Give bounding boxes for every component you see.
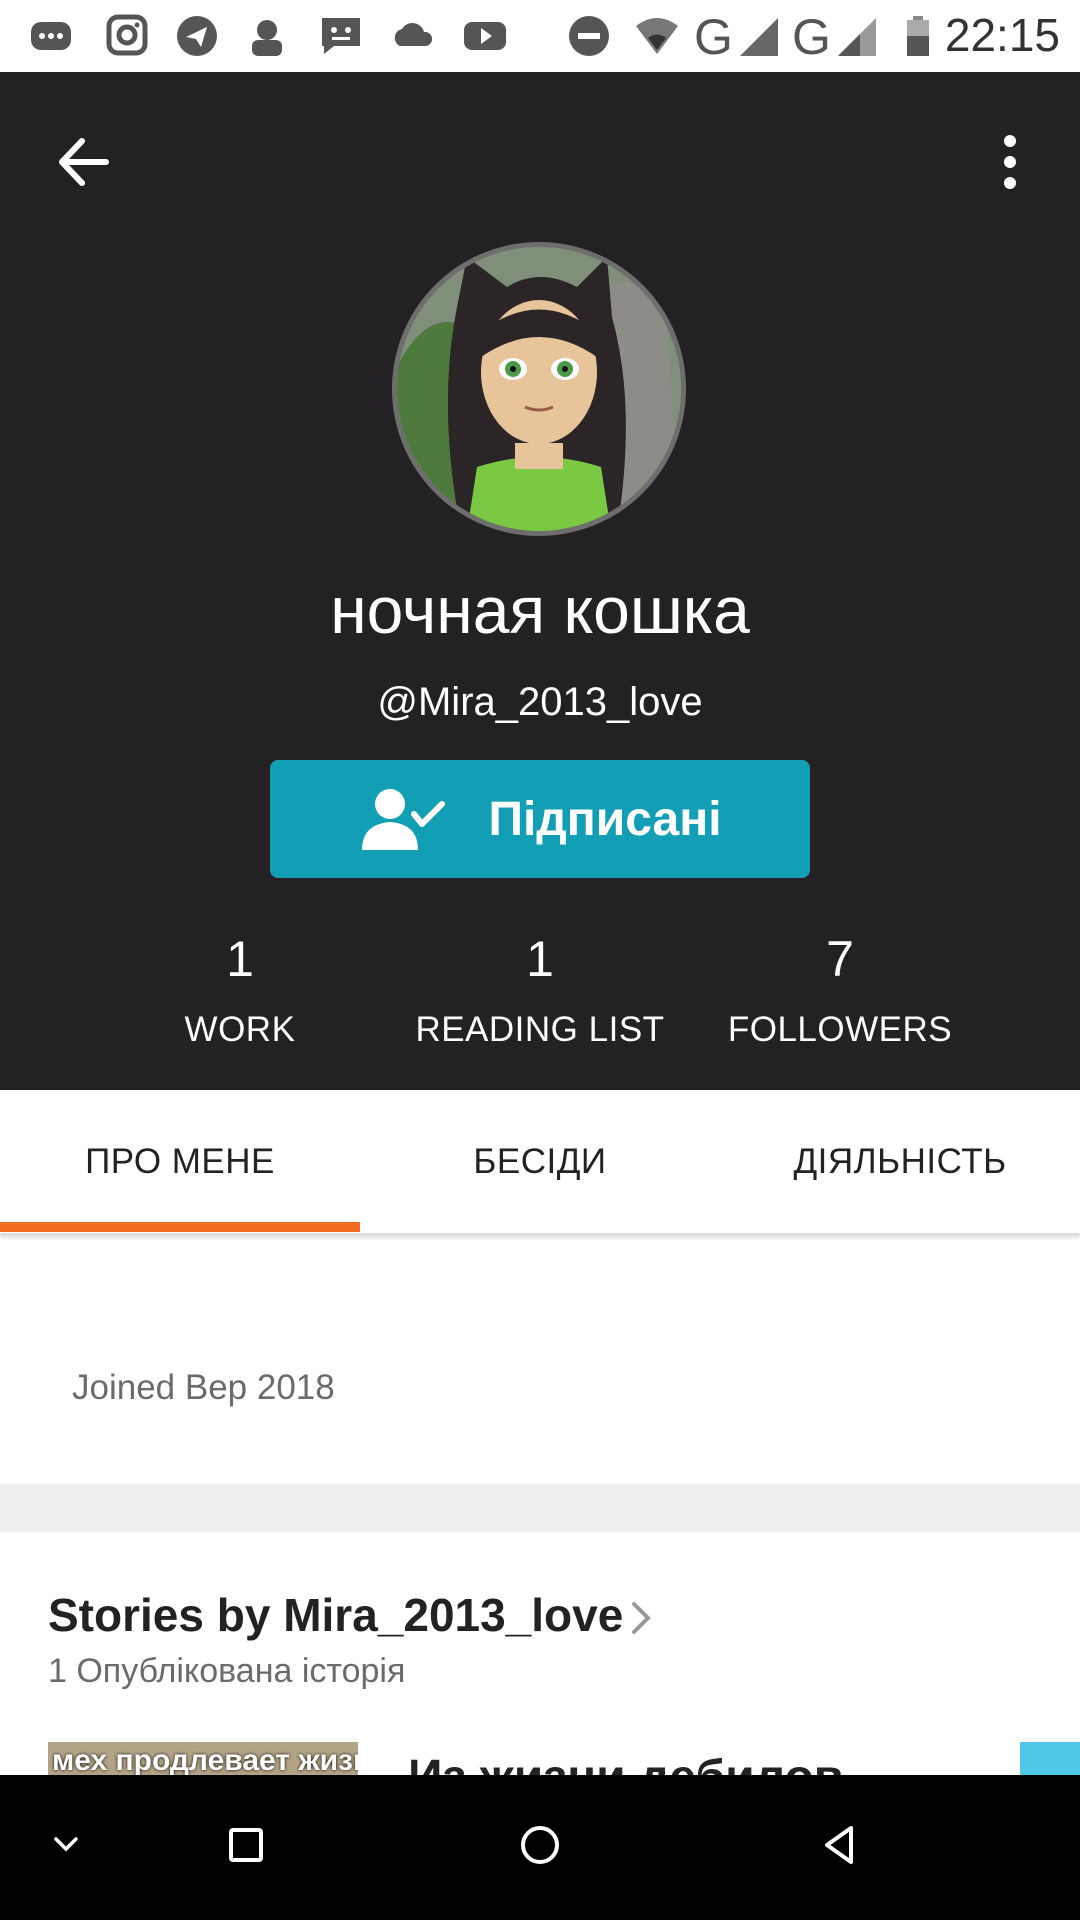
display-name: ночная кошка: [330, 573, 750, 647]
back-button[interactable]: [50, 127, 120, 197]
active-tab-indicator: [0, 1222, 360, 1232]
triangle-back-icon: [825, 1826, 853, 1864]
stat-reading-lists[interactable]: 1 READING LIST: [390, 930, 690, 1050]
following-button[interactable]: Підписані: [270, 760, 810, 878]
section-divider: [0, 1484, 1080, 1532]
chat-bubble-icon: [31, 22, 71, 50]
stat-value: 1: [226, 931, 254, 987]
story-cover-text: мех продлевает жизнь: [52, 1744, 358, 1777]
instagram-icon: [106, 14, 148, 56]
network-type: G: [694, 9, 733, 65]
wifi-icon: [636, 18, 678, 54]
hide-keyboard-button[interactable]: [26, 1805, 106, 1885]
circle-icon: [521, 1826, 559, 1864]
stat-label: READING LIST: [415, 1010, 665, 1049]
telegram-icon: [177, 16, 217, 56]
joined-date: Joined Вер 2018: [72, 1368, 335, 1407]
tab-about[interactable]: ПРО МЕНЕ: [0, 1090, 360, 1233]
message-icon: [322, 18, 360, 54]
stat-label: FOLLOWERS: [727, 1010, 953, 1049]
recents-button[interactable]: [206, 1805, 286, 1885]
arrow-left-icon: [59, 138, 109, 186]
stat-works[interactable]: 1 WORK: [90, 930, 390, 1050]
more-options-button[interactable]: [985, 127, 1035, 197]
chevron-down-icon: [54, 1837, 78, 1852]
clock: 22:15: [944, 9, 1060, 61]
square-icon: [229, 1828, 263, 1862]
stories-count: 1 Опублікована історія: [48, 1652, 406, 1690]
network-type: G: [792, 9, 831, 65]
tab-conversations[interactable]: БЕСІДИ: [360, 1090, 720, 1233]
battery-icon: [907, 16, 929, 56]
status-bar: G G 22:15: [0, 0, 1080, 72]
do-not-disturb-icon: [569, 16, 609, 56]
avatar[interactable]: [392, 242, 686, 536]
following-button-label: Підписані: [488, 792, 722, 846]
stat-followers[interactable]: 7 FOLLOWERS: [690, 930, 990, 1050]
stat-label: WORK: [184, 1010, 296, 1049]
back-nav-button[interactable]: [800, 1805, 880, 1885]
profile-tabs: ПРО МЕНЕ БЕСІДИ ДІЯЛЬНІСТЬ: [0, 1090, 1080, 1235]
profile-header: ночная кошка @Mira_2013_love Підписані 1…: [0, 72, 1080, 1090]
cloud-icon: [394, 23, 433, 46]
system-nav-bar: [0, 1775, 1080, 1920]
stories-section-title[interactable]: Stories by Mira_2013_love: [48, 1588, 623, 1642]
app-icon: [252, 20, 282, 56]
home-button[interactable]: [500, 1805, 580, 1885]
stat-value: 1: [526, 931, 554, 987]
youtube-icon: [464, 22, 506, 50]
tab-activity[interactable]: ДІЯЛЬНІСТЬ: [720, 1090, 1080, 1233]
avatar-image: [397, 247, 681, 531]
username: @Mira_2013_love: [377, 680, 703, 724]
signal-icon: [740, 18, 778, 56]
more-vertical-icon: [1004, 135, 1016, 189]
stat-value: 7: [826, 931, 854, 987]
user-check-icon: [362, 789, 446, 850]
signal-icon: [838, 18, 876, 56]
chevron-right-icon[interactable]: [628, 1600, 654, 1636]
